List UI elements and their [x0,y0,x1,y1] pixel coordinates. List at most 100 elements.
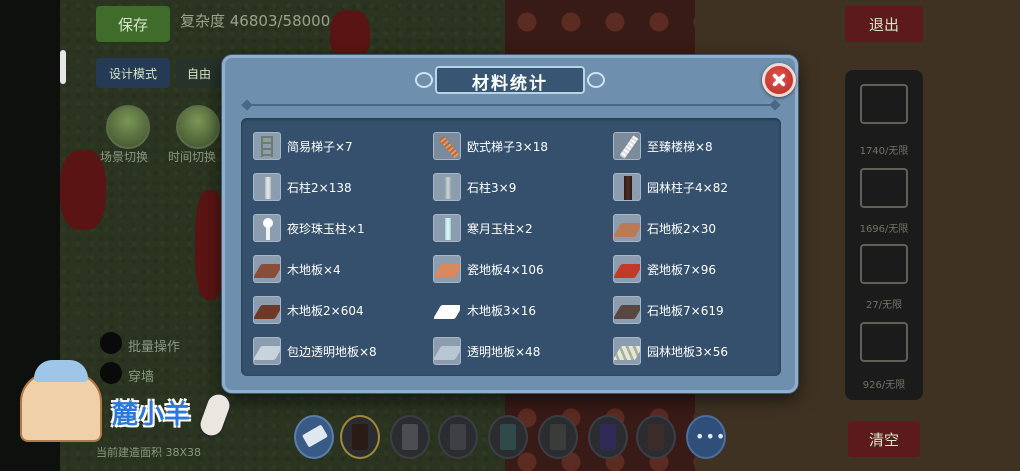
list-item: 木地板×4 [253,253,341,285]
glass-floor-icon [433,337,461,365]
scroll-curl-right-icon [587,72,605,88]
porcelain-floor-icon [613,255,641,283]
clear-button[interactable]: 清空 [848,421,920,457]
material-label: 欧式梯子3×18 [467,139,548,154]
sidebar-slot-icon[interactable] [860,84,908,124]
sidebar-slot-icon[interactable] [860,244,908,284]
garden-pillar-icon [613,173,641,201]
material-label: 园林柱子4×82 [647,180,728,195]
jade-pillar-icon [433,214,461,242]
tool-slot-button[interactable] [438,415,478,459]
list-item: 木地板2×604 [253,294,364,326]
door-teal-icon [500,424,516,450]
list-item: 石地板2×30 [613,212,716,244]
exit-label: 退出 [868,15,899,34]
list-item: 园林地板3×56 [613,335,728,367]
tool-slot-button[interactable] [588,415,628,459]
clear-label: 清空 [868,430,899,449]
garden-floor-icon [613,337,641,365]
wall-pass-radio[interactable] [100,362,122,384]
scroll-curl-left-icon [415,72,433,88]
material-label: 包边透明地板×8 [287,344,377,359]
dialog-title: 材料统计 [472,74,548,94]
material-stats-dialog: 材料统计 简易梯子×7 欧式梯子3×18 至臻楼梯×8 石柱2×138 石柱3×… [222,55,798,393]
material-label: 瓷地板4×106 [467,262,544,277]
save-button[interactable]: 保存 [96,6,170,42]
list-item: 欧式梯子3×18 [433,130,548,162]
watermark-text: 麓小羊 [112,400,191,430]
glass-floor-icon [253,337,281,365]
list-item: 透明地板×48 [433,335,540,367]
build-area-readout: 当前建造面积 38X38 [96,446,202,459]
scene-switch-label: 场景切换 [100,150,149,164]
material-label: 寒月玉柱×2 [467,221,533,236]
euro-ladder-icon [433,132,461,160]
list-item: 包边透明地板×8 [253,335,377,367]
stone-floor-icon [613,214,641,242]
time-switch-button[interactable] [176,105,220,149]
eraser-icon [301,424,329,448]
design-mode-label: 设计模式 [108,66,157,81]
material-label: 夜珍珠玉柱×1 [287,221,365,236]
tool-slot-button[interactable] [390,415,430,459]
door-dark-icon [352,424,368,450]
save-label: 保存 [117,15,148,34]
list-item: 石地板7×619 [613,294,724,326]
wall-pass-label: 穿墙 [128,370,155,385]
divider-ornament-icon [769,99,781,111]
complexity-readout: 复杂度 46803/58000 [180,12,331,30]
materials-list: 简易梯子×7 欧式梯子3×18 至臻楼梯×8 石柱2×138 石柱3×9 园林柱… [241,118,781,376]
white-floor-icon [433,296,461,324]
material-label: 园林地板3×56 [647,344,728,359]
wood-floor-icon [253,296,281,324]
tool-slot-button[interactable] [538,415,578,459]
sidebar-count: 27/无限 [865,300,903,311]
more-tools-button[interactable]: ••• [686,415,726,459]
material-label: 木地板×4 [287,262,341,277]
door-gray-icon [402,424,418,450]
tool-slot-button[interactable] [636,415,676,459]
list-item: 寒月玉柱×2 [433,212,533,244]
wood-floor-icon [253,255,281,283]
list-item: 石柱2×138 [253,171,352,203]
free-mode-button[interactable]: 自由 [176,58,222,88]
close-button[interactable] [762,63,796,97]
material-label: 木地板2×604 [287,303,364,318]
sidebar-slot-icon[interactable] [860,168,908,208]
stone-floor-icon [613,296,641,324]
dialog-header: 材料统计 [415,66,605,94]
material-label: 石柱3×9 [467,180,517,195]
material-label: 石地板2×30 [647,221,716,236]
sidebar-count: 1740/无限 [859,146,909,157]
material-label: 瓷地板7×96 [647,262,716,277]
door-stone-icon [450,424,466,450]
design-mode-button[interactable]: 设计模式 [96,58,170,88]
mascot-watermark-icon [20,360,102,442]
list-item: 夜珍珠玉柱×1 [253,212,365,244]
sidebar-count: 926/无限 [862,380,906,391]
free-mode-label: 自由 [186,66,211,81]
exit-button[interactable]: 退出 [845,6,923,42]
tool-slot-button[interactable] [488,415,528,459]
premium-stairs-icon [613,132,641,160]
more-icon: ••• [695,427,727,446]
window-blue-icon [600,424,616,450]
scene-switch-button[interactable] [106,105,150,149]
sidebar-count: 1696/无限 [859,224,909,235]
stone-pillar-icon [253,173,281,201]
porcelain-floor-icon [433,255,461,283]
drag-handle[interactable] [60,50,66,84]
eraser-tool-button[interactable] [294,415,334,459]
batch-operation-label: 批量操作 [128,340,181,355]
list-item: 简易梯子×7 [253,130,353,162]
list-item: 瓷地板7×96 [613,253,716,285]
simple-ladder-icon [253,132,281,160]
material-label: 至臻楼梯×8 [647,139,713,154]
tool-slot-button[interactable] [340,415,380,459]
sidebar-slot-icon[interactable] [860,322,908,362]
list-item: 园林柱子4×82 [613,171,728,203]
pearl-pillar-icon [253,214,281,242]
batch-operation-radio[interactable] [100,332,122,354]
red-blob [330,10,370,60]
material-label: 石地板7×619 [647,303,724,318]
